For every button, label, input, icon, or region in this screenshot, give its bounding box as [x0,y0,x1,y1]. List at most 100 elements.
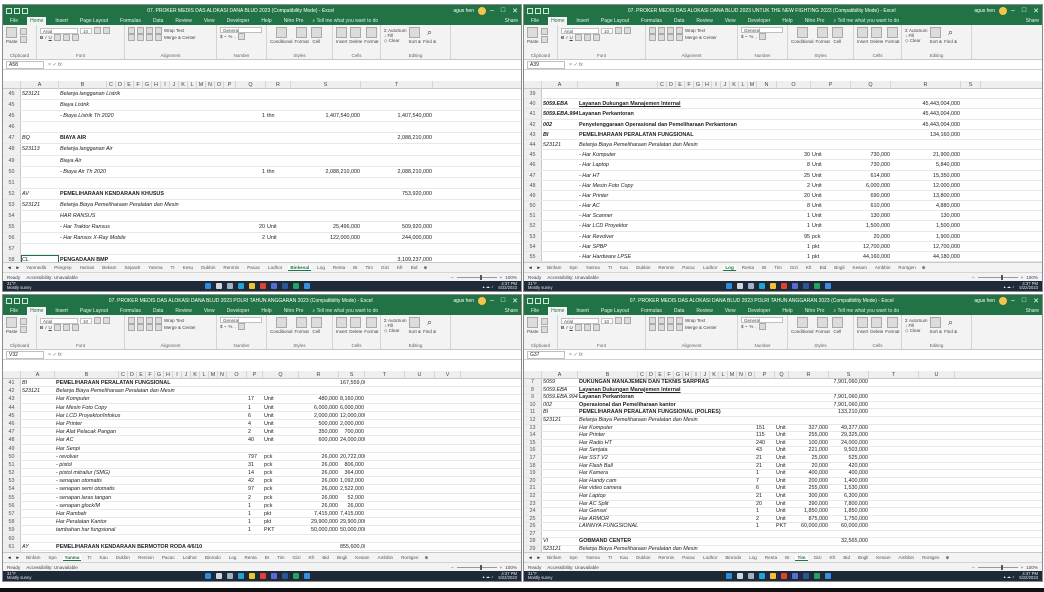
table-cell[interactable] [125,211,134,221]
table-cell[interactable] [683,516,692,523]
sheet-tab[interactable]: BI [760,265,768,270]
table-cell[interactable] [200,526,209,533]
table-cell[interactable]: 1 [247,526,263,533]
table-cell[interactable] [638,516,647,523]
table-cell[interactable] [710,531,719,538]
table-cell[interactable]: 806,000 [339,461,365,468]
table-cell[interactable]: 21 [755,463,775,470]
table-cell[interactable] [730,99,739,108]
table-cell[interactable] [119,461,128,468]
column-header-T[interactable]: T [365,371,405,378]
table-cell[interactable] [739,99,748,108]
table-cell[interactable] [667,140,676,149]
table-cell[interactable] [119,445,128,452]
table-cell[interactable] [146,510,155,517]
table-cell[interactable] [137,485,146,492]
undo-icon[interactable] [14,7,20,14]
table-cell[interactable]: 350,000 [299,428,339,435]
table-cell[interactable] [811,99,851,108]
table-cell[interactable] [179,200,188,210]
table-cell[interactable] [435,469,461,476]
table-cell[interactable]: 7,415,000 [339,510,365,517]
table-cell[interactable] [227,461,247,468]
table-cell[interactable] [674,493,683,500]
table-cell[interactable] [737,440,746,447]
table-cell[interactable] [155,453,164,460]
table-cell[interactable] [209,379,218,386]
table-cell[interactable] [161,255,170,262]
table-cell[interactable] [152,255,161,262]
sheet-tab[interactable]: Bngli [832,265,846,270]
table-cell[interactable] [209,453,218,460]
table-cell[interactable] [656,538,665,545]
table-cell[interactable] [182,453,191,460]
table-cell[interactable] [179,167,188,177]
column-header-H[interactable]: H [164,371,173,378]
table-cell[interactable] [173,543,182,550]
table-cell[interactable] [674,485,683,492]
table-cell[interactable] [188,156,197,166]
table-cell[interactable] [206,211,215,221]
table-cell[interactable] [119,535,128,542]
table-cell[interactable] [206,222,215,232]
close-icon[interactable]: ✕ [1033,7,1039,15]
table-cell[interactable] [542,232,578,241]
table-cell[interactable] [730,252,739,261]
font-color-icon[interactable] [592,34,600,41]
table-cell[interactable]: 24,000,000 [829,440,869,447]
table-cell[interactable] [755,409,775,416]
table-cell[interactable] [647,516,656,523]
column-header-M[interactable]: M [197,81,206,88]
tray-icons[interactable]: ▴ ☁ ♪ [483,284,494,289]
cut-icon[interactable] [540,317,548,325]
table-cell[interactable] [224,211,236,221]
table-cell[interactable] [869,387,919,394]
table-cell[interactable] [128,404,137,411]
table-cell[interactable] [116,100,125,110]
table-cell[interactable] [197,200,206,210]
sheet-tab[interactable]: Pacac [245,265,262,270]
table-cell[interactable] [748,191,757,200]
table-cell[interactable] [365,404,405,411]
table-cell[interactable] [206,133,215,143]
table-cell[interactable] [638,387,647,394]
table-cell[interactable] [869,508,919,515]
table-cell[interactable] [215,189,224,199]
table-cell[interactable] [119,379,128,386]
table-cell[interactable] [851,109,891,118]
table-cell[interactable] [155,477,164,484]
sheet-tab[interactable]: Spn [567,265,579,270]
table-cell[interactable] [227,502,247,509]
table-cell[interactable] [161,200,170,210]
table-cell[interactable] [164,453,173,460]
table-cell[interactable] [365,543,405,550]
table-cell[interactable] [155,535,164,542]
table-cell[interactable] [694,252,703,261]
table-cell[interactable] [739,160,748,169]
tab-developer[interactable]: Developer [224,17,253,25]
comma-button[interactable]: , [234,324,235,329]
table-cell[interactable] [683,538,692,545]
table-cell[interactable] [215,178,224,188]
cell-styles-button[interactable]: Cell [310,27,322,44]
align-middle-icon[interactable] [658,317,665,324]
tab-help[interactable]: Help [258,307,274,315]
table-cell[interactable] [164,502,173,509]
table-cell[interactable] [218,485,227,492]
table-cell[interactable] [146,420,155,427]
table-cell[interactable] [191,395,200,402]
table-cell[interactable] [116,156,125,166]
save-icon[interactable] [527,297,533,304]
column-header-Q[interactable]: Q [263,371,299,378]
table-cell[interactable] [701,379,710,386]
table-cell[interactable] [191,436,200,443]
table-cell[interactable]: 240 [755,440,775,447]
table-cell[interactable] [200,453,209,460]
sort-filter-button[interactable]: Sort & [409,27,421,44]
table-cell[interactable] [128,469,137,476]
zoom-out-icon[interactable]: – [451,565,454,570]
table-cell[interactable] [674,387,683,394]
table-cell[interactable] [746,485,755,492]
underline-button[interactable]: U [49,35,52,40]
table-cell[interactable] [173,436,182,443]
